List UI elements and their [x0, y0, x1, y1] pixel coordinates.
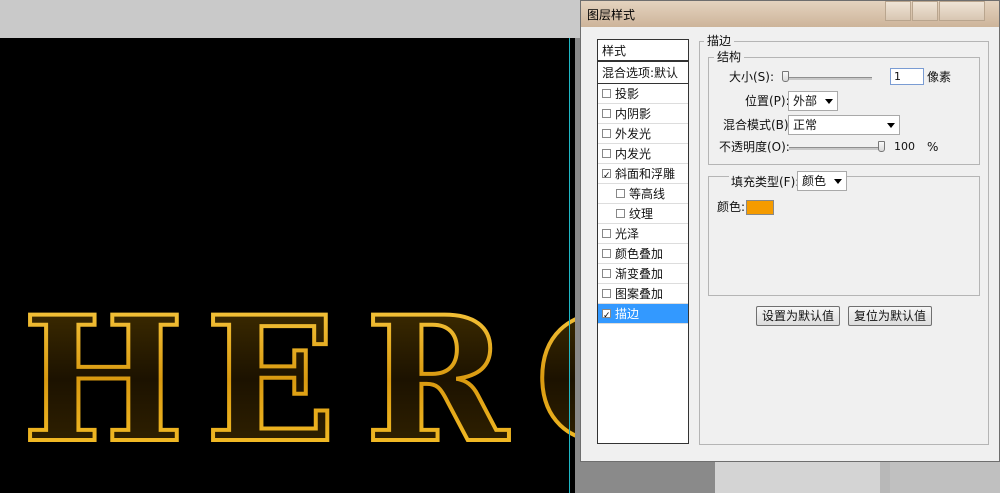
layer-style-dialog: 图层样式 样式 混合选项:默认 投影内阴影外发光内发光斜面和浮雕等高线纹理光泽颜…	[580, 0, 1000, 462]
style-item-checkbox[interactable]	[602, 109, 611, 118]
style-item-label: 图案叠加	[615, 286, 664, 301]
size-slider-thumb[interactable]	[782, 71, 789, 82]
style-item[interactable]: 渐变叠加	[598, 264, 688, 284]
document-canvas[interactable]: H E R O	[0, 38, 575, 493]
size-slider[interactable]	[782, 77, 872, 80]
dialog-titlebar[interactable]: 图层样式	[581, 1, 999, 27]
style-item-label: 内阴影	[615, 106, 652, 121]
chevron-down-icon	[825, 99, 833, 104]
style-item[interactable]: 斜面和浮雕	[598, 164, 688, 186]
style-item[interactable]: 颜色叠加	[598, 244, 688, 264]
style-item[interactable]: 投影	[598, 84, 688, 104]
structure-group-title: 结构	[714, 50, 745, 64]
style-item-checkbox[interactable]	[602, 306, 611, 326]
position-dropdown[interactable]: 外部	[788, 91, 838, 111]
position-label: 位置(P):	[745, 94, 790, 108]
style-item-checkbox[interactable]	[602, 289, 611, 298]
style-item-label: 内发光	[615, 146, 652, 161]
style-item-checkbox[interactable]	[602, 89, 611, 98]
guide-line[interactable]	[569, 38, 570, 493]
style-item-checkbox[interactable]	[602, 269, 611, 278]
style-item-label: 描边	[615, 306, 640, 321]
stroke-group: 描边 结构 大小(S): 1 像素 位置(P): 外部 混合模式(B): 正常	[699, 34, 989, 445]
blend-mode-label: 混合模式(B):	[723, 118, 793, 132]
style-item-label: 光泽	[615, 226, 640, 241]
blend-mode-value: 正常	[793, 118, 818, 132]
structure-group: 结构 大小(S): 1 像素 位置(P): 外部 混合模式(B): 正常 不透明…	[708, 50, 980, 165]
chevron-down-icon	[887, 123, 895, 128]
close-button[interactable]	[939, 1, 985, 21]
size-unit: 像素	[927, 70, 952, 84]
style-item-checkbox[interactable]	[602, 149, 611, 158]
style-item-label: 颜色叠加	[615, 246, 664, 261]
style-item-checkbox[interactable]	[602, 166, 611, 186]
hero-letter-r: R	[365, 278, 509, 481]
opacity-unit: %	[927, 140, 939, 154]
size-label: 大小(S):	[729, 70, 775, 84]
panel-tab	[715, 460, 880, 493]
style-item-label: 纹理	[629, 206, 654, 221]
chevron-down-icon	[834, 179, 842, 184]
fill-type-group: 填充类型(F): 颜色 颜色:	[708, 171, 980, 296]
fill-type-label: 填充类型(F):	[729, 173, 802, 191]
style-item-checkbox[interactable]	[602, 249, 611, 258]
style-item[interactable]: 内阴影	[598, 104, 688, 124]
blend-mode-dropdown[interactable]: 正常	[788, 115, 900, 135]
hero-letter-e: E	[205, 278, 336, 481]
stroke-group-title: 描边	[704, 34, 735, 48]
size-input[interactable]: 1	[890, 68, 924, 85]
style-list: 样式 混合选项:默认 投影内阴影外发光内发光斜面和浮雕等高线纹理光泽颜色叠加渐变…	[597, 39, 689, 444]
panel-background	[715, 460, 1000, 493]
editor-top-strip	[0, 0, 585, 38]
opacity-slider[interactable]	[789, 147, 884, 150]
position-value: 外部	[793, 94, 818, 108]
style-item-checkbox[interactable]	[616, 209, 625, 218]
style-item-checkbox[interactable]	[602, 229, 611, 238]
style-item[interactable]: 光泽	[598, 224, 688, 244]
style-item[interactable]: 内发光	[598, 144, 688, 164]
fill-type-dropdown[interactable]: 颜色	[797, 171, 847, 191]
style-item[interactable]: 等高线	[598, 184, 688, 204]
style-item-label: 等高线	[629, 186, 666, 201]
hero-text-artwork: H E R O	[20, 276, 575, 483]
opacity-slider-thumb[interactable]	[878, 141, 885, 152]
style-item[interactable]: 纹理	[598, 204, 688, 224]
style-item-label: 投影	[615, 86, 640, 101]
reset-default-button[interactable]: 复位为默认值	[848, 306, 932, 326]
dialog-title: 图层样式	[587, 8, 636, 22]
hero-letter-h: H	[22, 278, 185, 481]
color-label: 颜色:	[717, 200, 746, 214]
style-item-label: 渐变叠加	[615, 266, 664, 281]
style-item[interactable]: 图案叠加	[598, 284, 688, 304]
style-item[interactable]: 描边	[598, 304, 688, 326]
panel-tab	[890, 460, 1000, 493]
style-item-label: 斜面和浮雕	[615, 166, 676, 181]
style-items: 投影内阴影外发光内发光斜面和浮雕等高线纹理光泽颜色叠加渐变叠加图案叠加描边	[598, 84, 688, 326]
set-default-button[interactable]: 设置为默认值	[756, 306, 840, 326]
fill-type-value: 颜色	[802, 174, 827, 188]
color-swatch[interactable]	[746, 200, 774, 215]
opacity-input[interactable]: 100	[891, 139, 925, 156]
maximize-button[interactable]	[912, 1, 938, 21]
style-item-label: 外发光	[615, 126, 652, 141]
style-item-checkbox[interactable]	[616, 189, 625, 198]
style-item-checkbox[interactable]	[602, 129, 611, 138]
style-list-header[interactable]: 样式	[598, 40, 688, 62]
minimize-button[interactable]	[885, 1, 911, 21]
style-item[interactable]: 外发光	[598, 124, 688, 144]
blend-options-item[interactable]: 混合选项:默认	[598, 62, 688, 84]
dialog-body: 样式 混合选项:默认 投影内阴影外发光内发光斜面和浮雕等高线纹理光泽颜色叠加渐变…	[587, 29, 995, 457]
opacity-label: 不透明度(O):	[719, 140, 790, 154]
